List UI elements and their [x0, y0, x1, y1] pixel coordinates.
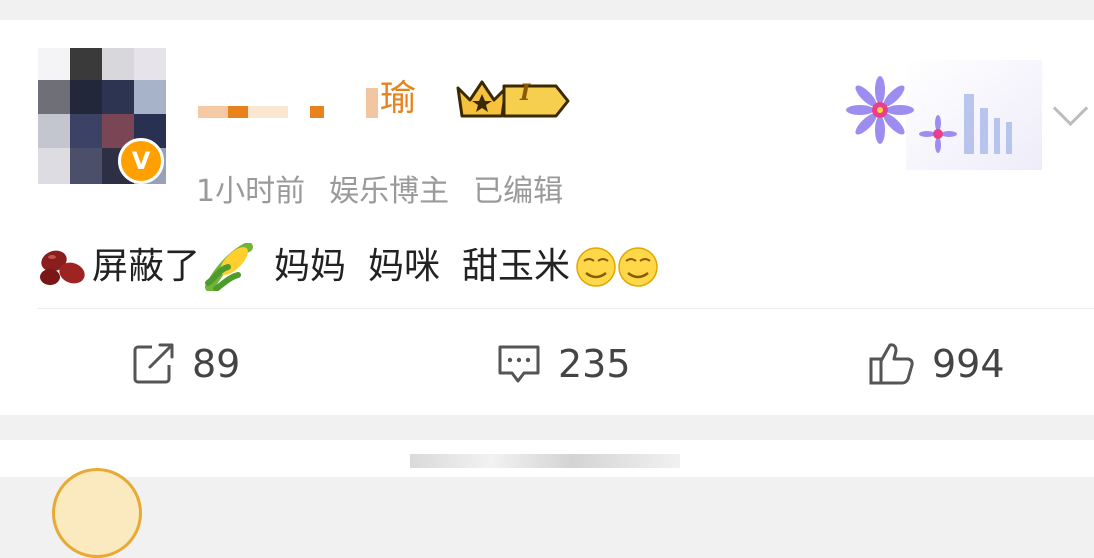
feed-background-top: [0, 0, 1094, 20]
content-text: 屏蔽了: [92, 246, 201, 287]
post-timestamp: 1小时前: [196, 174, 306, 209]
like-count: 994: [932, 342, 1005, 386]
verified-badge: V: [118, 138, 164, 184]
like-button[interactable]: 994: [868, 338, 1005, 390]
repost-button[interactable]: 89: [132, 338, 240, 390]
name-redacted-block: [366, 88, 378, 118]
avatar-mosaic-block: [38, 48, 70, 80]
content-text: 妈妈: [274, 246, 347, 287]
comment-icon: [498, 345, 540, 383]
weibo-post-card: V 瑜 I 1小时前 娱乐博主 已编辑 屏蔽了 妈妈 妈咪 甜玉米 89 235…: [0, 20, 1094, 415]
vip-crown-icon: [456, 80, 570, 118]
avatar-mosaic-block: [38, 80, 70, 114]
next-post-redacted-name: [410, 454, 680, 468]
edited-label[interactable]: 已编辑: [473, 174, 563, 209]
post-meta: 1小时前 娱乐博主 已编辑: [196, 166, 587, 210]
post-content[interactable]: 屏蔽了 妈妈 妈咪 甜玉米: [38, 242, 660, 292]
name-redacted-block: [310, 106, 324, 118]
next-post-card: [0, 440, 1094, 558]
repost-count: 89: [192, 342, 241, 386]
author-name[interactable]: 瑜: [380, 74, 416, 124]
vip-level-text: I: [520, 80, 531, 106]
share-icon: [133, 343, 174, 384]
avatar-mosaic-block: [102, 48, 134, 80]
avatar-mosaic-block: [38, 148, 70, 184]
divider: [38, 308, 1094, 309]
comment-count: 235: [558, 342, 631, 386]
content-text: 妈咪: [368, 246, 441, 287]
chevron-down-icon[interactable]: [1052, 90, 1089, 127]
avatar-mosaic-block: [38, 114, 70, 148]
avatar-mosaic-block: [134, 48, 166, 80]
avatar-mosaic-block: [102, 80, 134, 114]
avatar-mosaic-block: [70, 114, 102, 148]
beans-emoji-icon: [40, 250, 85, 285]
avatar-mosaic-block: [70, 80, 102, 114]
comment-button[interactable]: 235: [496, 338, 631, 390]
avatar-mosaic-block: [134, 80, 166, 114]
name-redacted-block: [248, 106, 288, 118]
author-role: 娱乐博主: [329, 174, 450, 209]
card-decoration-flower-icon: [846, 60, 1042, 170]
content-text: 甜玉米: [462, 246, 571, 287]
thumbs-up-icon: [869, 343, 914, 385]
name-redacted-block: [198, 106, 228, 118]
next-post-avatar[interactable]: [52, 468, 142, 558]
name-redacted-block: [228, 106, 248, 118]
avatar-mosaic-block: [70, 148, 102, 184]
smirk-face-emoji-icon: [576, 247, 658, 287]
avatar-mosaic-block: [70, 48, 102, 80]
corn-emoji-icon: [205, 243, 254, 291]
